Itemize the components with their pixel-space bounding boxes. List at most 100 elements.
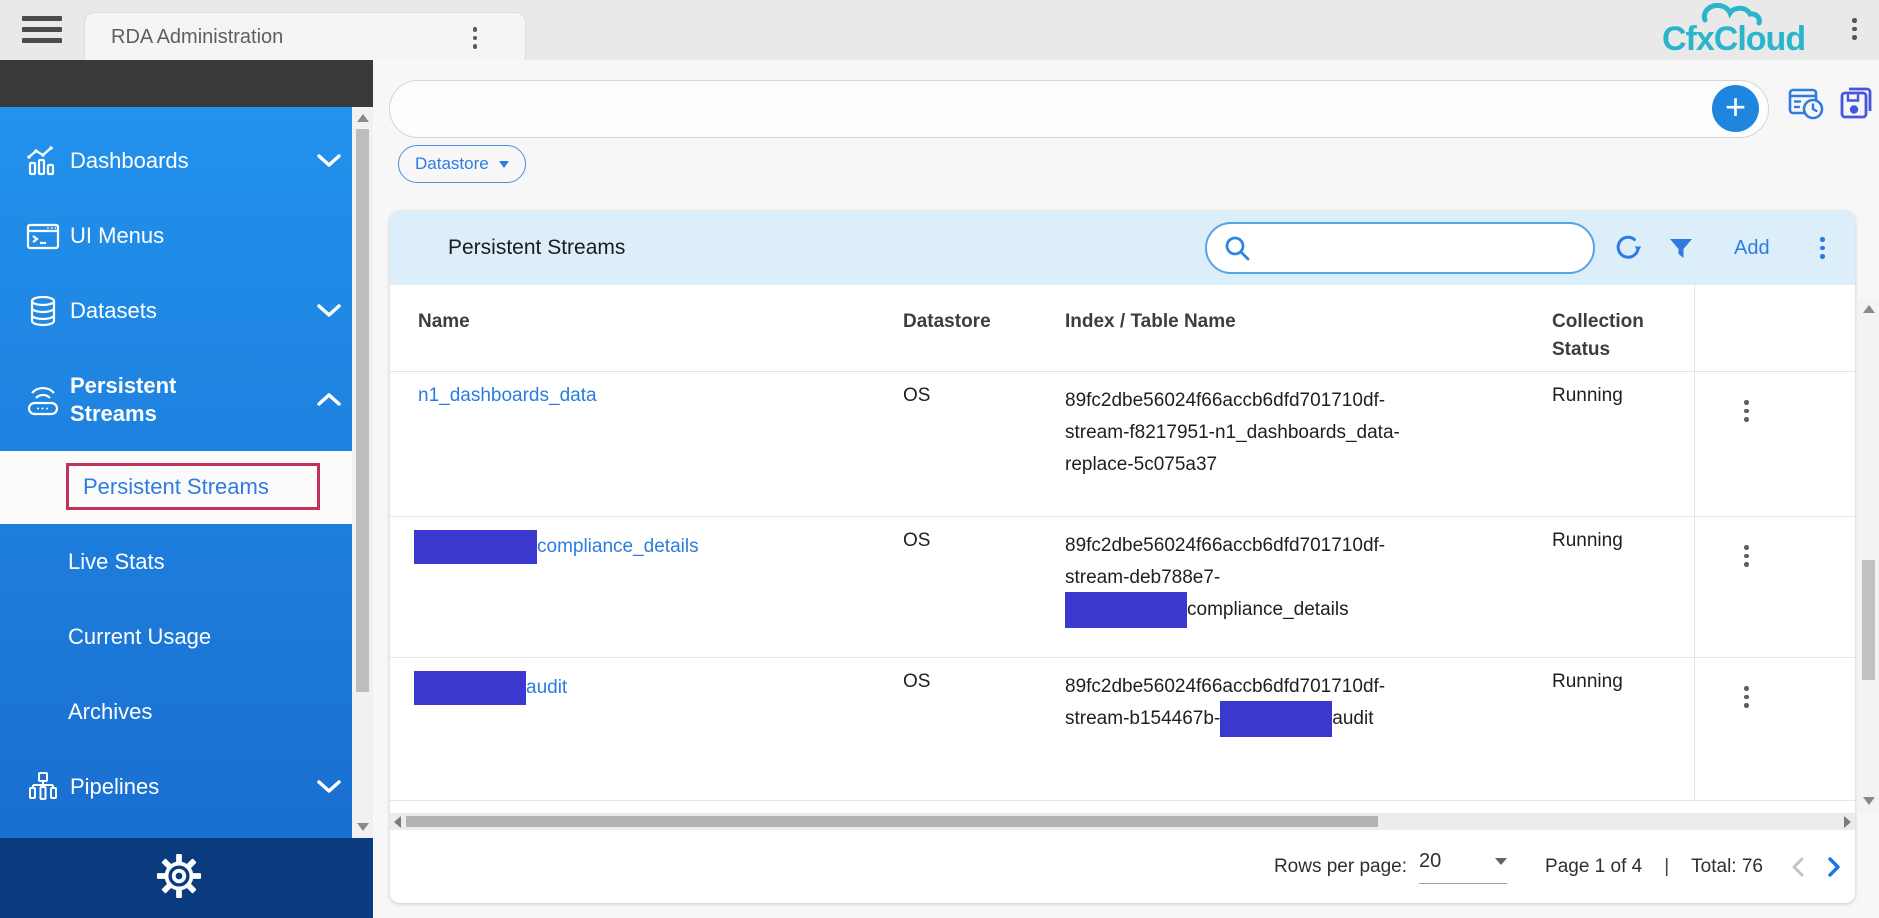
- chevron-down-icon: [316, 779, 342, 799]
- sidebar-item-live-stats[interactable]: Live Stats: [0, 524, 352, 599]
- panel-header: Persistent Streams A: [390, 211, 1855, 285]
- index-line: stream-deb788e7-: [1065, 562, 1685, 594]
- sidebar-item-pipelines[interactable]: Pipelines: [0, 749, 352, 824]
- global-search-bar[interactable]: +: [389, 80, 1769, 138]
- tab-kebab-icon[interactable]: [473, 27, 478, 49]
- redaction-block: [414, 530, 537, 564]
- horizontal-scrollbar-thumb[interactable]: [406, 816, 1378, 827]
- sidebar-item-dashboards[interactable]: Dashboards: [0, 123, 352, 198]
- chevron-up-icon: [316, 392, 342, 412]
- sidebar-footer: [0, 838, 373, 918]
- scroll-down-arrow-icon[interactable]: [357, 823, 369, 831]
- row-actions-kebab[interactable]: [1738, 539, 1755, 573]
- browser-topbar: RDA Administration CfxCloud: [0, 0, 1879, 60]
- vertical-scrollbar-thumb[interactable]: [1862, 560, 1875, 680]
- chevron-down-icon: [1495, 858, 1507, 865]
- row-actions-kebab[interactable]: [1738, 394, 1755, 428]
- table-row: audit OS 89fc2dbe56024f66accb6dfd701710d…: [390, 658, 1855, 801]
- table-row: n1_dashboards_data OS 89fc2dbe56024f66ac…: [390, 372, 1855, 517]
- persistent-streams-panel: Persistent Streams A: [390, 211, 1855, 903]
- sidebar-item-persistent-streams-sub[interactable]: Persistent Streams: [0, 451, 352, 524]
- status-cell: Running: [1552, 671, 1623, 693]
- sidebar-item-label: Dashboards: [70, 147, 189, 175]
- datastore-filter-chip[interactable]: Datastore: [398, 145, 526, 183]
- scroll-up-arrow-icon[interactable]: [1863, 305, 1875, 313]
- sidebar-item-label: Persistent Streams: [83, 474, 269, 500]
- sidebar-item-label: Pipelines: [70, 773, 159, 801]
- panel-search-input[interactable]: [1259, 229, 1583, 269]
- rows-per-page-label: Rows per page:: [1274, 856, 1407, 878]
- sidebar-item-label: UI Menus: [70, 222, 164, 250]
- index-line-text: audit: [1332, 703, 1373, 735]
- scroll-left-arrow-icon[interactable]: [394, 816, 401, 828]
- stream-router-icon: [24, 382, 62, 418]
- stream-name-link[interactable]: n1_dashboards_data: [418, 385, 597, 406]
- sidebar-top-strip: [0, 60, 373, 107]
- column-header-name: Name: [418, 308, 470, 336]
- scroll-up-arrow-icon[interactable]: [357, 114, 369, 122]
- chip-label: Datastore: [415, 154, 489, 174]
- sidebar-item-label: Current Usage: [68, 624, 211, 650]
- sidebar-item-archives[interactable]: Archives: [0, 674, 352, 749]
- sidebar-item-label: Live Stats: [68, 549, 165, 575]
- column-header-collection-status: Collection Status: [1552, 308, 1702, 364]
- index-line: stream-f8217951-n1_dashboards_data-: [1065, 417, 1685, 449]
- row-actions-kebab[interactable]: [1738, 680, 1755, 714]
- panel-kebab-icon[interactable]: [1820, 237, 1825, 259]
- chevron-down-icon: [316, 303, 342, 323]
- status-cell: Running: [1552, 530, 1623, 552]
- annotation-highlight-box: Persistent Streams: [66, 463, 320, 510]
- horizontal-scrollbar[interactable]: [390, 813, 1855, 830]
- sidebar-item-datasets[interactable]: Datasets: [0, 273, 352, 348]
- panel-search[interactable]: [1205, 222, 1595, 274]
- settings-gear-icon[interactable]: [156, 853, 202, 904]
- previous-page-button[interactable]: [1791, 856, 1805, 878]
- add-button[interactable]: Add: [1728, 211, 1776, 285]
- sidebar-scrollbar-thumb[interactable]: [356, 129, 369, 692]
- column-header-index: Index / Table Name: [1065, 308, 1236, 336]
- index-line: replace-5c075a37: [1065, 449, 1685, 481]
- datastore-cell: OS: [903, 385, 930, 407]
- next-page-button[interactable]: [1827, 856, 1841, 878]
- datastore-cell: OS: [903, 671, 930, 693]
- sidebar-item-label: Datasets: [70, 297, 157, 325]
- table-vertical-scrollbar[interactable]: [1858, 298, 1879, 812]
- main-content: + Datastore: [373, 60, 1879, 918]
- redaction-block: [1065, 592, 1187, 628]
- app-tab[interactable]: RDA Administration: [84, 12, 526, 61]
- name-cell: n1_dashboards_data: [418, 385, 597, 407]
- plus-icon: +: [1725, 89, 1746, 125]
- name-cell: compliance_details: [418, 529, 699, 565]
- global-search-input[interactable]: [418, 87, 1692, 131]
- datastore-cell: OS: [903, 530, 930, 552]
- scroll-down-arrow-icon[interactable]: [1863, 797, 1875, 805]
- sidebar-item-label: Persistent Streams: [70, 372, 230, 428]
- hamburger-menu-icon[interactable]: [22, 16, 62, 43]
- rows-per-page-select[interactable]: 20: [1419, 850, 1507, 884]
- total-count: Total: 76: [1691, 856, 1763, 878]
- search-icon: [1223, 234, 1253, 264]
- filter-icon[interactable]: [1668, 236, 1694, 267]
- stream-name-link[interactable]: compliance_details: [537, 536, 699, 558]
- index-line: stream-b154467b- audit: [1065, 703, 1685, 735]
- add-fab-button[interactable]: +: [1712, 85, 1759, 132]
- stream-name-link[interactable]: audit: [526, 677, 567, 699]
- topbar-kebab-icon[interactable]: [1852, 18, 1857, 40]
- sidebar-item-ui-menus[interactable]: UI Menus: [0, 198, 352, 273]
- page-info: Page 1 of 4: [1545, 856, 1642, 878]
- save-copy-icon[interactable]: [1837, 84, 1875, 127]
- redaction-block: [414, 671, 526, 705]
- redaction-block: [1220, 701, 1332, 737]
- refresh-icon[interactable]: [1612, 233, 1644, 270]
- cfxcloud-logo: CfxCloud: [1660, 3, 1840, 57]
- history-icon[interactable]: [1787, 84, 1825, 127]
- pagination-bar: Rows per page: 20 Page 1 of 4 | Total: 7…: [390, 830, 1855, 903]
- scroll-right-arrow-icon[interactable]: [1844, 816, 1851, 828]
- dashboards-chart-icon: [24, 143, 62, 179]
- sidebar-item-current-usage[interactable]: Current Usage: [0, 599, 352, 674]
- terminal-window-icon: [24, 218, 62, 254]
- sidebar-item-persistent-streams[interactable]: Persistent Streams: [0, 348, 352, 451]
- app-window: RDA Administration CfxCloud Dashboards: [0, 0, 1879, 918]
- column-header-datastore: Datastore: [903, 308, 991, 336]
- sidebar-scrollbar[interactable]: [352, 107, 373, 838]
